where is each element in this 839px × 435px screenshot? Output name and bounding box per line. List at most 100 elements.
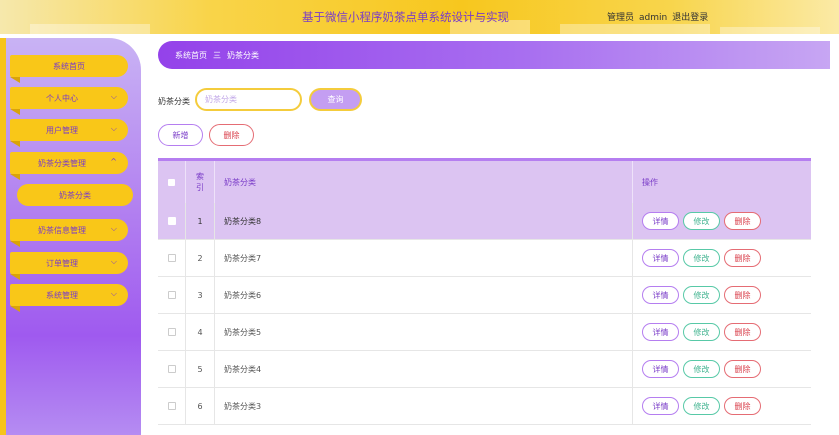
row-index: 4	[186, 314, 215, 350]
edit-button[interactable]: 修改	[683, 212, 720, 230]
table-row: 2 奶茶分类7 详情 修改 删除	[158, 240, 811, 277]
chevron-up-icon: ^	[110, 157, 117, 166]
batch-delete-button[interactable]: 删除	[209, 124, 254, 146]
row-name: 奶茶分类3	[215, 388, 633, 424]
row-ops: 详情 修改 删除	[633, 240, 811, 276]
sidebar-item-personal-center[interactable]: 个人中心 ⌵	[10, 87, 128, 115]
header-index-line2: 引	[196, 183, 204, 192]
row-ops: 详情 修改 删除	[633, 203, 811, 239]
table-header: 索引 奶茶分类 操作	[158, 161, 811, 203]
edit-button[interactable]: 修改	[683, 360, 720, 378]
search-input[interactable]	[195, 88, 302, 111]
table-row: 5 奶茶分类4 详情 修改 删除	[158, 351, 811, 388]
delete-button[interactable]: 删除	[724, 249, 761, 267]
delete-button[interactable]: 删除	[724, 286, 761, 304]
edit-button[interactable]: 修改	[683, 286, 720, 304]
sidebar-item-system-management[interactable]: 系统管理 ⌵	[10, 284, 128, 312]
ribbon-tail	[10, 274, 20, 280]
app-title: 基于微信小程序奶茶点单系统设计与实现	[302, 10, 509, 24]
edit-button[interactable]: 修改	[683, 397, 720, 415]
row-name: 奶茶分类8	[215, 203, 633, 239]
edit-button[interactable]: 修改	[683, 323, 720, 341]
query-button[interactable]: 查询	[309, 88, 362, 111]
sidebar-item-label: 奶茶分类管理	[38, 158, 86, 168]
sidebar-item-label: 订单管理	[46, 258, 78, 268]
detail-button[interactable]: 详情	[642, 360, 679, 378]
row-checkbox-cell	[158, 203, 186, 239]
ribbon-tail	[10, 109, 20, 115]
submenu-item-category[interactable]: 奶茶分类	[17, 184, 133, 206]
header-checkbox-cell	[158, 161, 186, 203]
header-decoration	[30, 24, 150, 34]
breadcrumb-current: 奶茶分类	[227, 50, 259, 60]
table-row: 6 奶茶分类3 详情 修改 删除	[158, 388, 811, 425]
header-decoration	[560, 24, 710, 34]
header-name: 奶茶分类	[215, 161, 633, 203]
sidebar-edge	[0, 38, 6, 435]
sidebar-item-user-management[interactable]: 用户管理 ⌵	[10, 119, 128, 147]
breadcrumb-separator: 三	[213, 50, 221, 60]
row-name: 奶茶分类5	[215, 314, 633, 350]
breadcrumb-home[interactable]: 系统首页	[175, 50, 207, 61]
ribbon-tail	[10, 141, 20, 147]
chevron-down-icon: ⌵	[110, 257, 117, 266]
detail-button[interactable]: 详情	[642, 212, 679, 230]
row-checkbox-cell	[158, 240, 186, 276]
header-index-line1: 索	[196, 172, 204, 181]
ribbon-tail	[10, 241, 20, 247]
breadcrumb: 系统首页 三 奶茶分类	[158, 41, 830, 69]
row-index: 5	[186, 351, 215, 387]
table-row: 3 奶茶分类6 详情 修改 删除	[158, 277, 811, 314]
table-row: 4 奶茶分类5 详情 修改 删除	[158, 314, 811, 351]
detail-button[interactable]: 详情	[642, 323, 679, 341]
header-ops: 操作	[642, 177, 658, 187]
sidebar-item-category-management[interactable]: 奶茶分类管理 ^	[10, 152, 128, 180]
detail-button[interactable]: 详情	[642, 249, 679, 267]
row-checkbox-cell	[158, 388, 186, 424]
select-all-checkbox[interactable]	[168, 178, 175, 186]
row-checkbox[interactable]	[167, 291, 176, 299]
sidebar-item-label: 系统管理	[46, 290, 78, 300]
delete-button[interactable]: 删除	[724, 397, 761, 415]
delete-button[interactable]: 删除	[724, 212, 761, 230]
sidebar-item-order-management[interactable]: 订单管理 ⌵	[10, 252, 128, 280]
sidebar-item-tea-info-management[interactable]: 奶茶信息管理 ⌵	[10, 219, 128, 247]
logout-link[interactable]: 退出登录	[672, 13, 708, 23]
row-checkbox-cell	[158, 351, 186, 387]
chevron-down-icon: ⌵	[110, 289, 117, 298]
row-checkbox[interactable]	[167, 402, 176, 410]
chevron-down-icon: ⌵	[110, 224, 117, 233]
chevron-down-icon: ⌵	[110, 92, 117, 101]
user-role: 管理员	[607, 13, 635, 23]
row-name: 奶茶分类7	[215, 240, 633, 276]
row-checkbox[interactable]	[167, 254, 176, 262]
category-table: 索引 奶茶分类 操作 1 奶茶分类8 详情 修改 删除 2 奶茶分类7 详情 修…	[158, 158, 811, 435]
row-checkbox[interactable]	[167, 217, 176, 225]
row-checkbox-cell	[158, 314, 186, 350]
row-index: 2	[186, 240, 215, 276]
sidebar-item-home[interactable]: 系统首页	[10, 55, 128, 83]
header-decoration	[720, 27, 820, 34]
top-header: 基于微信小程序奶茶点单系统设计与实现 管理员 admin 退出登录	[0, 0, 839, 34]
row-checkbox[interactable]	[167, 365, 176, 373]
add-button[interactable]: 新增	[158, 124, 203, 146]
sidebar-item-label: 系统首页	[53, 61, 85, 71]
sidebar-item-label: 用户管理	[46, 125, 78, 135]
ribbon-tail	[10, 306, 20, 312]
search-label: 奶茶分类	[158, 97, 190, 106]
row-index: 6	[186, 388, 215, 424]
row-ops: 详情 修改 删除	[633, 351, 811, 387]
delete-button[interactable]: 删除	[724, 360, 761, 378]
detail-button[interactable]: 详情	[642, 397, 679, 415]
table-row: 1 奶茶分类8 详情 修改 删除	[158, 203, 811, 240]
chevron-down-icon: ⌵	[110, 124, 117, 133]
sidebar-item-label: 个人中心	[46, 93, 78, 103]
edit-button[interactable]: 修改	[683, 249, 720, 267]
detail-button[interactable]: 详情	[642, 286, 679, 304]
row-name: 奶茶分类6	[215, 277, 633, 313]
user-bar: 管理员 admin 退出登录	[607, 10, 713, 23]
row-index: 3	[186, 277, 215, 313]
row-checkbox[interactable]	[167, 328, 176, 336]
user-name: admin	[639, 13, 668, 23]
delete-button[interactable]: 删除	[724, 323, 761, 341]
